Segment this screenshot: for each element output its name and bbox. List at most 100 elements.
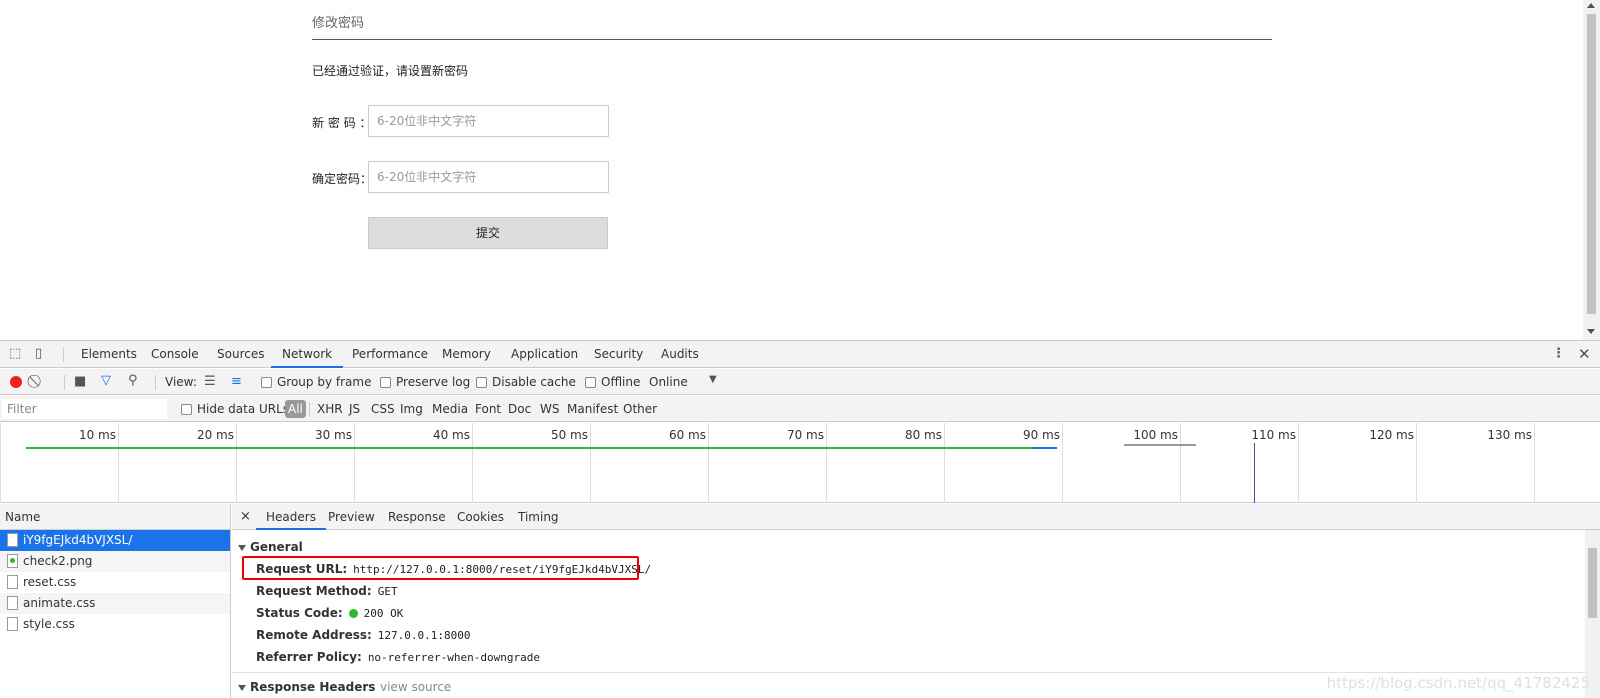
timeline-tick-label: 100 ms — [1133, 428, 1178, 442]
timeline-tick-label: 80 ms — [904, 428, 942, 442]
filter-input[interactable]: Filter — [2, 399, 167, 419]
type-filter-all[interactable]: All — [285, 400, 306, 418]
scroll-down-icon[interactable] — [1587, 329, 1595, 334]
tab-console[interactable]: Console — [151, 341, 199, 368]
grid-line — [472, 423, 473, 503]
request-row[interactable]: animate.css — [0, 593, 230, 614]
timeline-tick-label: 90 ms — [1022, 428, 1060, 442]
grid-line — [1416, 423, 1417, 503]
general-section-toggle[interactable]: General — [238, 540, 303, 554]
search-icon[interactable]: ⚲ — [128, 373, 138, 388]
throttle-select[interactable]: Online — [649, 369, 688, 395]
type-filter-other[interactable]: Other — [623, 396, 657, 422]
device-toolbar-icon[interactable]: ▯ — [35, 346, 42, 361]
submit-button[interactable]: 提交 — [368, 217, 608, 249]
hide-data-urls-checkbox[interactable]: Hide data URLs — [181, 396, 289, 422]
title-divider — [312, 39, 1272, 40]
scroll-up-icon[interactable] — [1587, 3, 1595, 8]
grid-line — [1534, 423, 1535, 503]
request-row[interactable]: iY9fgEJkd4bVJXSL/ — [0, 530, 230, 551]
type-filter-doc[interactable]: Doc — [508, 396, 531, 422]
filter-icon[interactable]: ▽ — [101, 373, 111, 388]
network-toolbar: ⃠ ■ ▽ ⚲ View: ☰ ≡ Group by frame Preserv… — [0, 369, 1600, 395]
response-headers-section-toggle[interactable]: Response Headers — [238, 680, 375, 694]
type-filter-img[interactable]: Img — [400, 396, 423, 422]
confirm-password-input[interactable]: 6-20位非中文字符 — [368, 161, 609, 193]
timeline-tick-label: 110 ms — [1251, 428, 1296, 442]
type-filter-css[interactable]: CSS — [371, 396, 395, 422]
view-source-link[interactable]: view source — [380, 680, 451, 694]
overview-icon[interactable]: ≡ — [231, 374, 242, 389]
close-details-icon[interactable]: × — [240, 504, 251, 530]
grid-line — [236, 423, 237, 503]
tab-performance[interactable]: Performance — [352, 341, 428, 368]
type-filter-manifest[interactable]: Manifest — [567, 396, 618, 422]
remote-address-row: Remote Address: 127.0.0.1:8000 — [256, 628, 471, 642]
tab-sources[interactable]: Sources — [217, 341, 264, 368]
type-filter-js[interactable]: JS — [349, 396, 360, 422]
record-icon[interactable] — [10, 376, 22, 388]
timeline-tick-label: 10 ms — [78, 428, 116, 442]
close-devtools-icon[interactable]: ✕ — [1578, 345, 1591, 363]
divider — [63, 347, 64, 362]
devtools-tabbar: ⬚ ▯ Elements Console Sources Network Per… — [0, 341, 1600, 368]
request-list: Name iY9fgEJkd4bVJXSL/ check2.png reset.… — [0, 504, 231, 698]
grid-line — [1062, 423, 1063, 503]
tab-timing[interactable]: Timing — [518, 504, 559, 530]
grid-line — [590, 423, 591, 503]
capture-screenshots-icon[interactable]: ■ — [74, 374, 86, 389]
preserve-log-checkbox[interactable]: Preserve log — [380, 369, 470, 395]
grid-line — [1180, 423, 1181, 503]
type-filter-media[interactable]: Media — [432, 396, 468, 422]
tab-headers[interactable]: Headers — [256, 504, 326, 530]
offline-checkbox[interactable]: Offline — [585, 369, 640, 395]
group-by-frame-checkbox[interactable]: Group by frame — [261, 369, 371, 395]
page-scrollbar[interactable] — [1583, 0, 1600, 340]
details-scrollbar[interactable] — [1585, 530, 1600, 698]
type-filter-ws[interactable]: WS — [540, 396, 559, 422]
network-overview-timeline[interactable]: 10 ms 20 ms 30 ms 40 ms 50 ms 60 ms 70 m… — [0, 423, 1600, 503]
dom-content-loaded-marker — [1254, 443, 1255, 503]
name-column-header[interactable]: Name — [0, 504, 230, 530]
tab-security[interactable]: Security — [594, 341, 643, 368]
request-bar-queued — [1124, 444, 1196, 446]
tab-cookies[interactable]: Cookies — [457, 504, 504, 530]
detail-tabbar: × Headers Preview Response Cookies Timin… — [232, 504, 1600, 530]
grid-line — [1298, 423, 1299, 503]
request-bar-download — [1032, 447, 1057, 449]
request-row[interactable]: check2.png — [0, 551, 230, 572]
request-url-row: Request URL: http://127.0.0.1:8000/reset/… — [256, 562, 652, 576]
divider — [309, 402, 310, 417]
stylesheet-icon — [7, 596, 18, 610]
new-password-label: 新 密 码 ： — [312, 116, 372, 130]
tab-audits[interactable]: Audits — [661, 341, 699, 368]
large-rows-icon[interactable]: ☰ — [204, 374, 216, 389]
request-details: × Headers Preview Response Cookies Timin… — [232, 504, 1600, 698]
new-password-input[interactable]: 6-20位非中文字符 — [368, 105, 609, 137]
scrollbar-thumb[interactable] — [1588, 548, 1597, 618]
tab-preview[interactable]: Preview — [328, 504, 375, 530]
scrollbar-thumb[interactable] — [1587, 14, 1596, 314]
type-filter-font[interactable]: Font — [475, 396, 501, 422]
timeline-tick-label: 30 ms — [314, 428, 352, 442]
request-row[interactable]: style.css — [0, 614, 230, 635]
more-options-icon[interactable]: ⋮ — [1552, 346, 1565, 361]
tab-response[interactable]: Response — [388, 504, 446, 530]
timeline-tick-label: 70 ms — [786, 428, 824, 442]
request-row[interactable]: reset.css — [0, 572, 230, 593]
tab-application[interactable]: Application — [511, 341, 578, 368]
tab-elements[interactable]: Elements — [81, 341, 137, 368]
disable-cache-checkbox[interactable]: Disable cache — [476, 369, 576, 395]
view-label: View: — [165, 375, 197, 389]
grid-line — [944, 423, 945, 503]
type-filter-xhr[interactable]: XHR — [317, 396, 343, 422]
tab-network[interactable]: Network — [271, 341, 344, 368]
image-file-icon — [7, 554, 18, 568]
devtools-panel: ⬚ ▯ Elements Console Sources Network Per… — [0, 340, 1600, 698]
inspect-element-icon[interactable]: ⬚ — [9, 346, 21, 361]
timeline-tick-label: 20 ms — [196, 428, 234, 442]
tab-memory[interactable]: Memory — [442, 341, 491, 368]
chevron-down-icon[interactable]: ▼ — [709, 374, 717, 385]
stylesheet-icon — [7, 617, 18, 631]
grid-line — [0, 423, 1, 503]
